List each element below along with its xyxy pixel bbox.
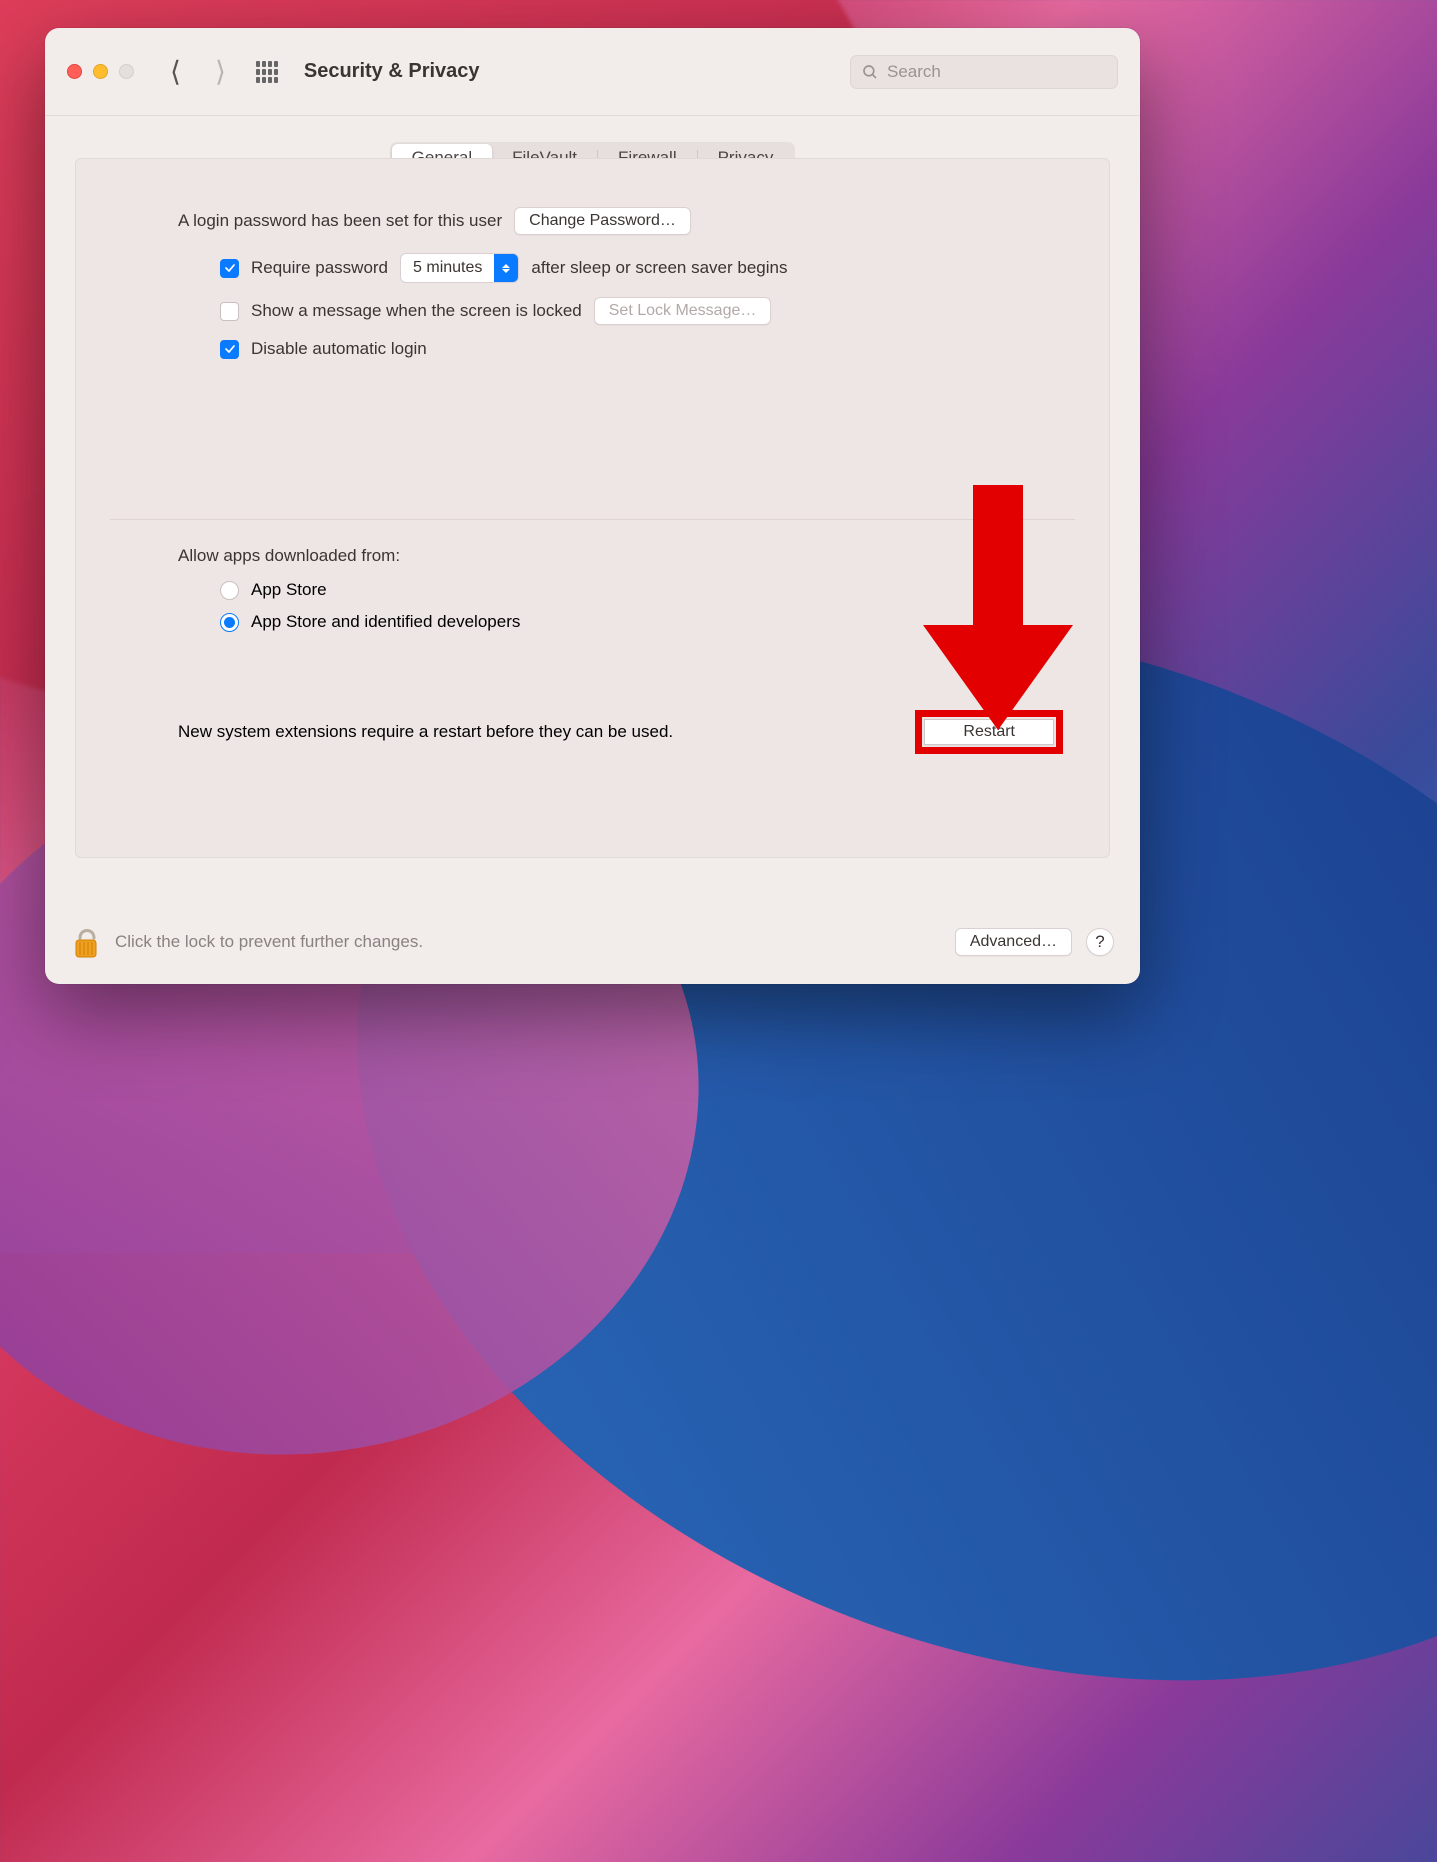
- require-password-label: Require password: [251, 258, 388, 278]
- window-title: Security & Privacy: [304, 60, 480, 83]
- nav-arrows: ⟨ ⟩: [170, 55, 226, 88]
- require-password-checkbox[interactable]: [220, 259, 239, 278]
- window-toolbar: ⟨ ⟩ Security & Privacy: [45, 28, 1140, 116]
- search-input[interactable]: [887, 62, 1108, 82]
- annotation-arrow-icon: [923, 485, 1073, 745]
- window-footer: Click the lock to prevent further change…: [45, 900, 1140, 984]
- search-field[interactable]: [850, 55, 1118, 89]
- help-button[interactable]: ?: [1086, 928, 1114, 956]
- search-icon: [861, 63, 879, 81]
- require-password-delay-value: 5 minutes: [401, 259, 494, 277]
- zoom-window-button[interactable]: [119, 64, 134, 79]
- change-password-button[interactable]: Change Password…: [514, 207, 691, 235]
- disable-auto-login-checkbox[interactable]: [220, 340, 239, 359]
- radio-app-store-label: App Store: [251, 580, 327, 600]
- login-password-text: A login password has been set for this u…: [178, 211, 502, 231]
- traffic-lights: [67, 64, 134, 79]
- radio-identified-developers-label: App Store and identified developers: [251, 612, 520, 632]
- after-sleep-text: after sleep or screen saver begins: [531, 258, 787, 278]
- system-preferences-window: ⟨ ⟩ Security & Privacy General FileVault…: [45, 28, 1140, 984]
- close-window-button[interactable]: [67, 64, 82, 79]
- show-all-prefs-icon[interactable]: [256, 61, 278, 83]
- back-button[interactable]: ⟨: [170, 55, 181, 88]
- require-password-delay-select[interactable]: 5 minutes: [400, 253, 519, 283]
- forward-button[interactable]: ⟩: [215, 55, 226, 88]
- radio-app-store[interactable]: [220, 581, 239, 600]
- show-message-checkbox[interactable]: [220, 302, 239, 321]
- extensions-restart-message: New system extensions require a restart …: [178, 722, 673, 742]
- lock-icon[interactable]: [71, 922, 101, 962]
- minimize-window-button[interactable]: [93, 64, 108, 79]
- show-message-label: Show a message when the screen is locked: [251, 301, 582, 321]
- chevron-updown-icon: [494, 254, 518, 282]
- general-panel: A login password has been set for this u…: [75, 158, 1110, 858]
- disable-auto-login-label: Disable automatic login: [251, 339, 427, 359]
- set-lock-message-button[interactable]: Set Lock Message…: [594, 297, 772, 325]
- radio-identified-developers[interactable]: [220, 613, 239, 632]
- lock-help-text: Click the lock to prevent further change…: [115, 932, 423, 952]
- advanced-button[interactable]: Advanced…: [955, 928, 1072, 956]
